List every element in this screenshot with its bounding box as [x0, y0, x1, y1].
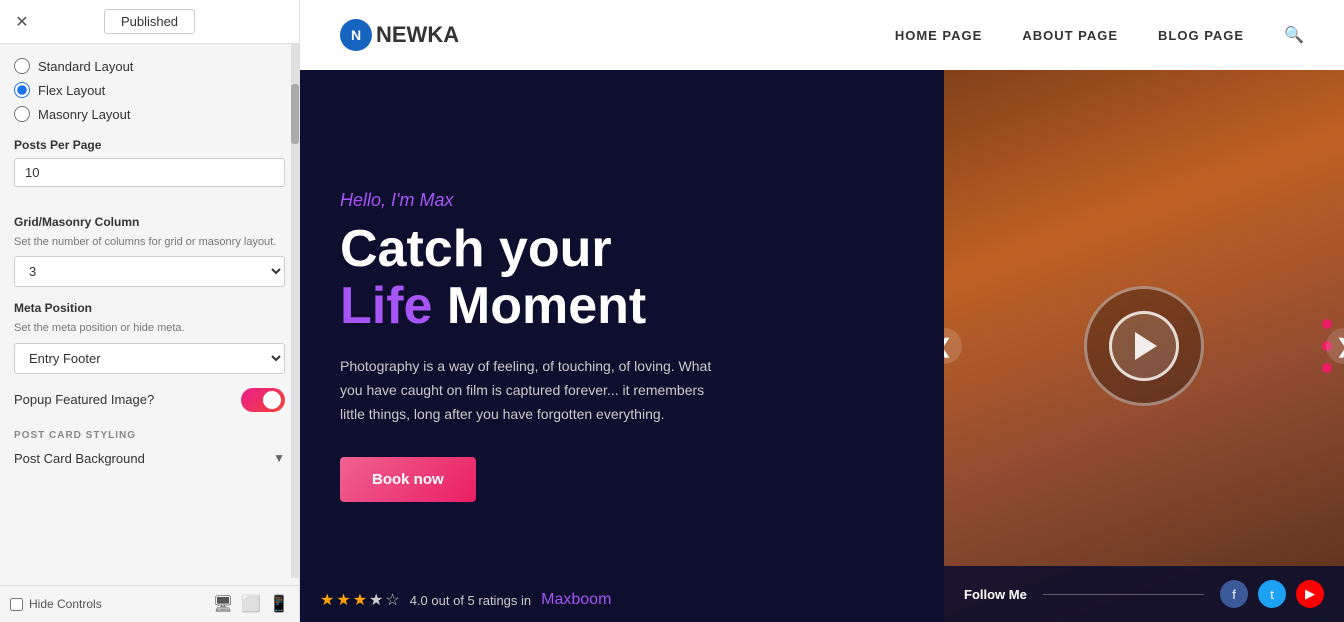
meta-position-section: Meta Position Set the meta position or h…	[14, 301, 285, 373]
rating-link[interactable]: Maxboom	[541, 591, 611, 609]
masonry-layout-label: Masonry Layout	[38, 107, 131, 122]
grid-masonry-section: Grid/Masonry Column Set the number of co…	[14, 215, 285, 287]
hide-controls-section: Hide Controls	[10, 597, 102, 611]
masonry-layout-option[interactable]: Masonry Layout	[14, 106, 285, 122]
brand-icon: N	[340, 19, 372, 51]
star-1: ★	[320, 590, 334, 610]
nav-about[interactable]: ABOUT PAGE	[1022, 28, 1118, 43]
star-4: ★	[369, 590, 383, 610]
dot-1	[1322, 319, 1332, 329]
standard-layout-label: Standard Layout	[38, 59, 133, 74]
panel-header: ✕ Published	[0, 0, 299, 44]
rating-bar: ★ ★ ★ ★ ☆ 4.0 out of 5 ratings in Maxboo…	[300, 578, 840, 622]
play-button[interactable]	[1109, 311, 1179, 381]
rating-text: 4.0 out of 5 ratings in	[410, 593, 531, 608]
post-card-bg-row[interactable]: Post Card Background ▼	[14, 451, 285, 472]
flex-layout-label: Flex Layout	[38, 83, 105, 98]
post-card-styling-heading: POST CARD STYLING	[14, 426, 285, 441]
hero-subtitle: Hello, I'm Max	[340, 190, 904, 211]
twitter-icon[interactable]: t	[1258, 580, 1286, 608]
hero-title-line2: Moment	[447, 277, 646, 335]
desktop-icon[interactable]: 🖥	[213, 594, 233, 614]
preview-nav: N NEWKA HOME PAGE ABOUT PAGE BLOG PAGE 🔍	[300, 0, 1344, 70]
posts-per-page-section: Posts Per Page	[14, 138, 285, 201]
camera-overlay	[1084, 286, 1204, 406]
footer-device-icons: 🖥 ⬜ 📱	[213, 594, 289, 614]
star-5: ☆	[385, 590, 399, 610]
grid-masonry-desc: Set the number of columns for grid or ma…	[14, 235, 285, 250]
panel-footer: Hide Controls 🖥 ⬜ 📱	[0, 585, 299, 622]
toggle-slider	[241, 388, 285, 412]
standard-layout-radio[interactable]	[14, 58, 30, 74]
nav-home[interactable]: HOME PAGE	[895, 28, 983, 43]
cta-button[interactable]: Book now	[340, 457, 476, 502]
hero-title: Catch your Life Moment	[340, 221, 904, 335]
posts-per-page-label: Posts Per Page	[14, 138, 285, 152]
hero-title-line1: Catch your	[340, 220, 612, 278]
flex-layout-option[interactable]: Flex Layout	[14, 82, 285, 98]
social-icons: f t ▶	[1220, 580, 1324, 608]
post-card-bg-label: Post Card Background	[14, 451, 145, 466]
preview-area: N NEWKA HOME PAGE ABOUT PAGE BLOG PAGE 🔍…	[300, 0, 1344, 622]
grid-masonry-select[interactable]: 1 2 3 4 5	[14, 256, 285, 287]
hero-title-life: Life	[340, 277, 432, 335]
nav-blog[interactable]: BLOG PAGE	[1158, 28, 1244, 43]
search-icon[interactable]: 🔍	[1284, 25, 1304, 45]
brand-name: NEWKA	[376, 22, 459, 48]
chevron-down-icon: ▼	[273, 451, 285, 465]
popup-featured-label: Popup Featured Image?	[14, 392, 154, 407]
meta-position-desc: Set the meta position or hide meta.	[14, 321, 285, 336]
grid-masonry-label: Grid/Masonry Column	[14, 215, 285, 229]
tablet-icon[interactable]: ⬜	[241, 594, 261, 614]
follow-me-text: Follow Me	[964, 587, 1027, 602]
scrollbar[interactable]	[291, 44, 299, 578]
star-2: ★	[336, 590, 350, 610]
hide-controls-checkbox[interactable]	[10, 598, 23, 611]
play-icon	[1135, 332, 1157, 360]
masonry-layout-radio[interactable]	[14, 106, 30, 122]
hero-left: Hello, I'm Max Catch your Life Moment Ph…	[300, 70, 944, 622]
scroll-thumb	[291, 84, 299, 144]
meta-position-select[interactable]: Entry Header Entry Footer Hidden	[14, 343, 285, 374]
facebook-icon[interactable]: f	[1220, 580, 1248, 608]
follow-line	[1043, 594, 1204, 595]
hero-description: Photography is a way of feeling, of touc…	[340, 355, 720, 426]
follow-bar: Follow Me f t ▶	[944, 566, 1344, 622]
nav-links: HOME PAGE ABOUT PAGE BLOG PAGE 🔍	[895, 25, 1304, 45]
hero-section: Hello, I'm Max Catch your Life Moment Ph…	[300, 70, 1344, 622]
star-rating: ★ ★ ★ ★ ☆	[320, 590, 400, 610]
dot-3	[1322, 363, 1332, 373]
brand-logo: N NEWKA	[340, 19, 459, 51]
star-3: ★	[353, 590, 367, 610]
layout-options: Standard Layout Flex Layout Masonry Layo…	[14, 58, 285, 122]
preview-panel: N NEWKA HOME PAGE ABOUT PAGE BLOG PAGE 🔍…	[300, 0, 1344, 622]
settings-panel: ✕ Published Standard Layout Flex Layout …	[0, 0, 300, 622]
popup-featured-row: Popup Featured Image?	[14, 388, 285, 412]
youtube-icon[interactable]: ▶	[1296, 580, 1324, 608]
flex-layout-radio[interactable]	[14, 82, 30, 98]
close-button[interactable]: ✕	[10, 10, 34, 34]
hero-right: ❮ ❯ Follow Me f t ▶	[944, 70, 1344, 622]
posts-per-page-input[interactable]	[14, 158, 285, 187]
meta-position-label: Meta Position	[14, 301, 285, 315]
standard-layout-option[interactable]: Standard Layout	[14, 58, 285, 74]
mobile-icon[interactable]: 📱	[269, 594, 289, 614]
panel-content: Standard Layout Flex Layout Masonry Layo…	[0, 44, 299, 585]
published-button[interactable]: Published	[104, 9, 195, 34]
popup-featured-toggle[interactable]	[241, 388, 285, 412]
hide-controls-label: Hide Controls	[29, 597, 102, 611]
